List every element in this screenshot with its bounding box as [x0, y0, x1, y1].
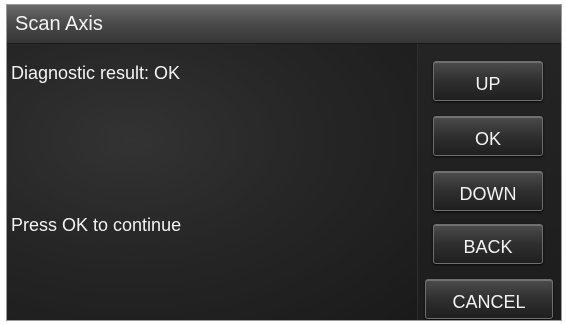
- screen-title: Scan Axis: [15, 13, 103, 35]
- up-button[interactable]: UP: [433, 61, 543, 101]
- cancel-button[interactable]: CANCEL: [425, 279, 553, 319]
- down-button[interactable]: DOWN: [433, 171, 543, 211]
- continue-instruction-text: Press OK to continue: [11, 215, 182, 235]
- back-button[interactable]: BACK: [433, 224, 543, 264]
- message-area: Diagnostic result: OK Press OK to contin…: [7, 44, 417, 320]
- ok-button[interactable]: OK: [433, 116, 543, 156]
- title-bar: Scan Axis: [7, 5, 561, 44]
- diagnostic-result-text: Diagnostic result: OK: [11, 63, 181, 83]
- printer-front-panel: Scan Axis Diagnostic result: OK Press OK…: [6, 4, 562, 321]
